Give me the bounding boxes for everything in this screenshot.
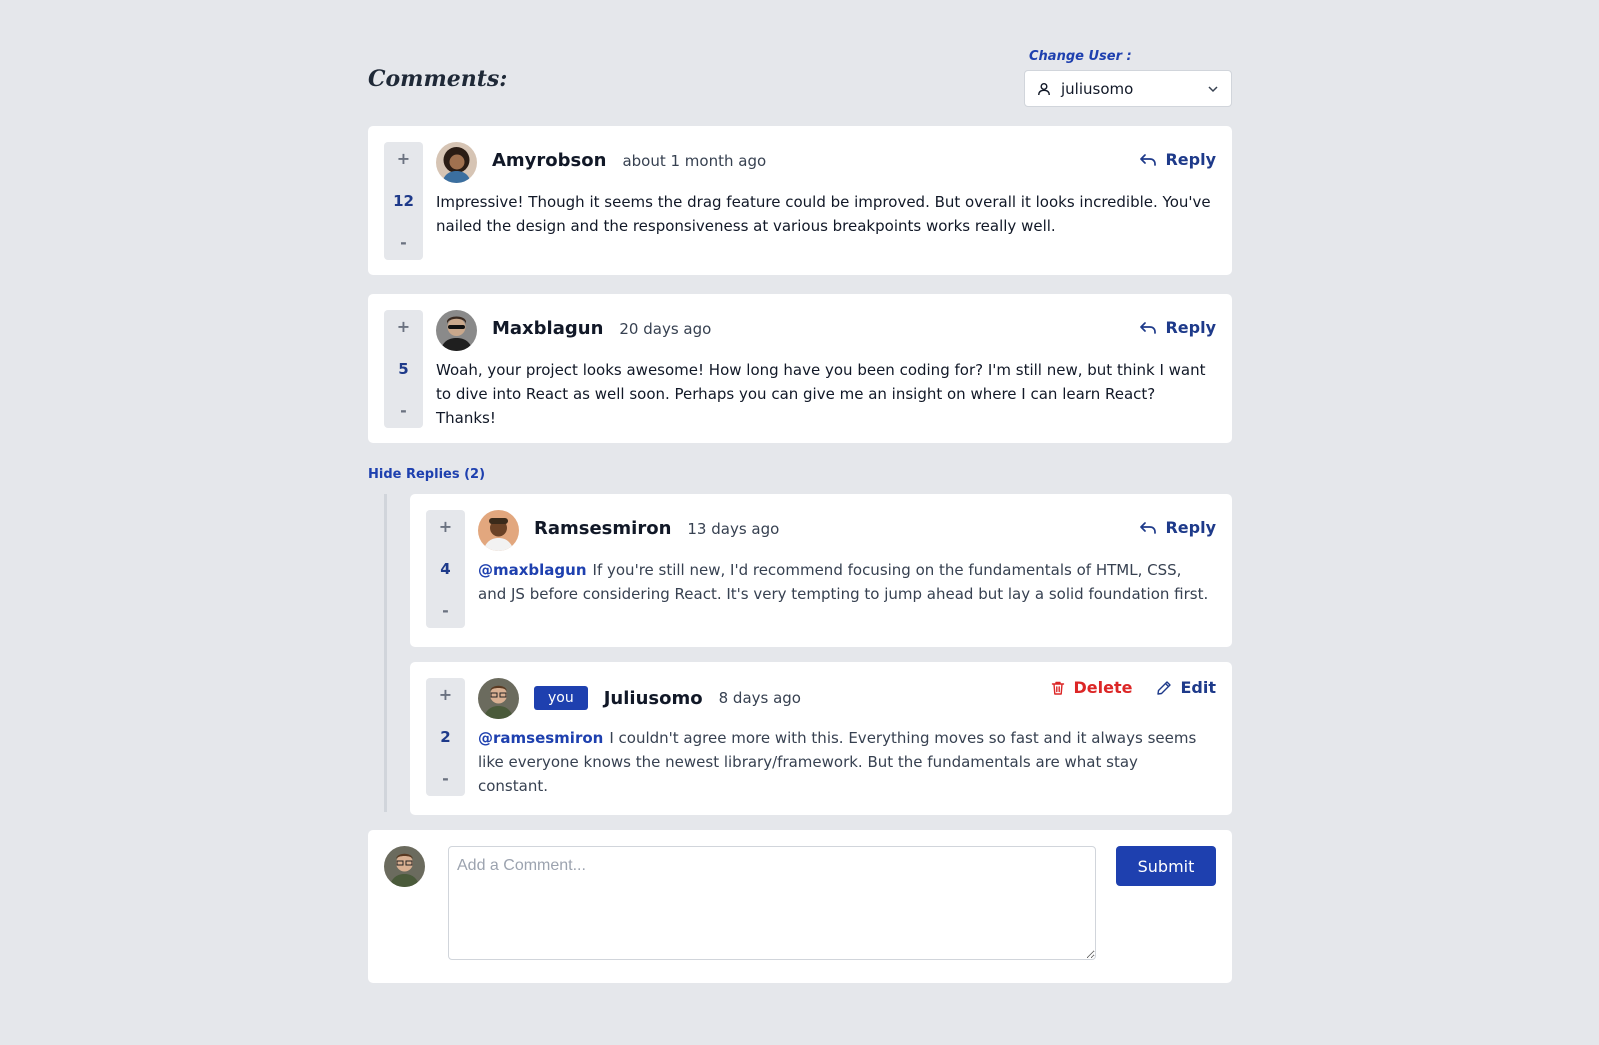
author-name: Ramsesmiron [534, 518, 672, 539]
you-badge: you [534, 686, 588, 710]
upvote-button[interactable]: + [439, 518, 452, 536]
score-value: 12 [393, 192, 414, 210]
user-switch-label: Change User : [1029, 49, 1132, 64]
comments-app: Comments: Change User : juliusomo + 12 -… [368, 0, 1232, 983]
edit-label: Edit [1180, 678, 1216, 697]
thread-line [384, 494, 387, 812]
avatar [478, 678, 519, 719]
reply-icon [1140, 321, 1157, 334]
reply-text: If you're still new, I'd recommend focus… [478, 561, 1209, 603]
comment-time: 13 days ago [687, 519, 780, 538]
upvote-button[interactable]: + [439, 686, 452, 704]
comment-text: @maxblagun If you're still new, I'd recom… [478, 558, 1212, 606]
user-icon [1038, 82, 1050, 95]
comment-time: about 1 month ago [622, 151, 767, 170]
owner-actions: Delete Edit [1050, 678, 1216, 697]
reply-label: Reply [1165, 318, 1216, 337]
chevron-down-icon [1208, 85, 1218, 92]
avatar [436, 310, 477, 351]
comment-time: 20 days ago [619, 319, 712, 338]
score-value: 5 [398, 360, 409, 378]
comment-card: + 12 - Amyrobson about 1 month ago Reply… [368, 126, 1232, 275]
submit-button[interactable]: Submit [1116, 846, 1216, 886]
trash-icon [1051, 681, 1064, 695]
delete-label: Delete [1073, 678, 1133, 697]
comment-input[interactable] [448, 846, 1096, 960]
score-value: 2 [440, 728, 451, 746]
mention-link[interactable]: @ramsesmiron [478, 729, 603, 747]
upvote-button[interactable]: + [397, 150, 410, 168]
downvote-button[interactable]: - [442, 770, 449, 788]
reply-icon [1140, 153, 1157, 166]
vote-control: + 12 - [384, 142, 423, 260]
header: Comments: Change User : juliusomo [368, 0, 1232, 126]
vote-control: + 2 - [426, 678, 465, 796]
comment-text: @ramsesmiron I couldn't agree more with t… [478, 726, 1212, 798]
reply-icon [1140, 521, 1157, 534]
reply-card-own: + 2 - you Juliusomo 8 days ago Delete Ed… [410, 662, 1232, 815]
comment-header: you Juliusomo 8 days ago [534, 686, 801, 710]
comment-header: Ramsesmiron 13 days ago [534, 518, 779, 539]
pencil-icon [1157, 680, 1172, 695]
avatar [436, 142, 477, 183]
vote-control: + 5 - [384, 310, 423, 428]
page-title: Comments: [368, 66, 508, 92]
reply-card: + 4 - Ramsesmiron 13 days ago Reply @max… [410, 494, 1232, 647]
author-name: Juliusomo [603, 687, 703, 709]
user-select[interactable]: juliusomo [1024, 70, 1232, 107]
user-select-value: juliusomo [1061, 79, 1134, 98]
comment-header: Maxblagun 20 days ago [492, 318, 711, 339]
vote-control: + 4 - [426, 510, 465, 628]
reply-label: Reply [1165, 518, 1216, 537]
downvote-button[interactable]: - [400, 234, 407, 252]
author-name: Maxblagun [492, 318, 604, 339]
comment-time: 8 days ago [718, 689, 801, 707]
comment-header: Amyrobson about 1 month ago [492, 150, 766, 171]
comment-card: + 5 - Maxblagun 20 days ago Reply Woah, … [368, 294, 1232, 443]
delete-button[interactable]: Delete [1050, 678, 1133, 697]
user-switcher: Change User : juliusomo [1024, 49, 1232, 107]
reply-label: Reply [1165, 150, 1216, 169]
current-user-avatar [384, 846, 425, 887]
author-name: Amyrobson [492, 150, 607, 171]
avatar [478, 510, 519, 551]
reply-button[interactable]: Reply [1139, 150, 1216, 169]
mention-link[interactable]: @maxblagun [478, 561, 587, 579]
reply-button[interactable]: Reply [1139, 318, 1216, 337]
comment-composer: Submit [368, 830, 1232, 983]
score-value: 4 [440, 560, 451, 578]
comment-text: Impressive! Though it seems the drag fea… [436, 193, 1211, 235]
upvote-button[interactable]: + [397, 318, 410, 336]
downvote-button[interactable]: - [442, 602, 449, 620]
edit-button[interactable]: Edit [1156, 678, 1216, 697]
downvote-button[interactable]: - [400, 402, 407, 420]
comment-text: Woah, your project looks awesome! How lo… [436, 361, 1206, 427]
hide-replies-toggle[interactable]: Hide Replies (2) [368, 467, 485, 482]
reply-button[interactable]: Reply [1139, 518, 1216, 537]
